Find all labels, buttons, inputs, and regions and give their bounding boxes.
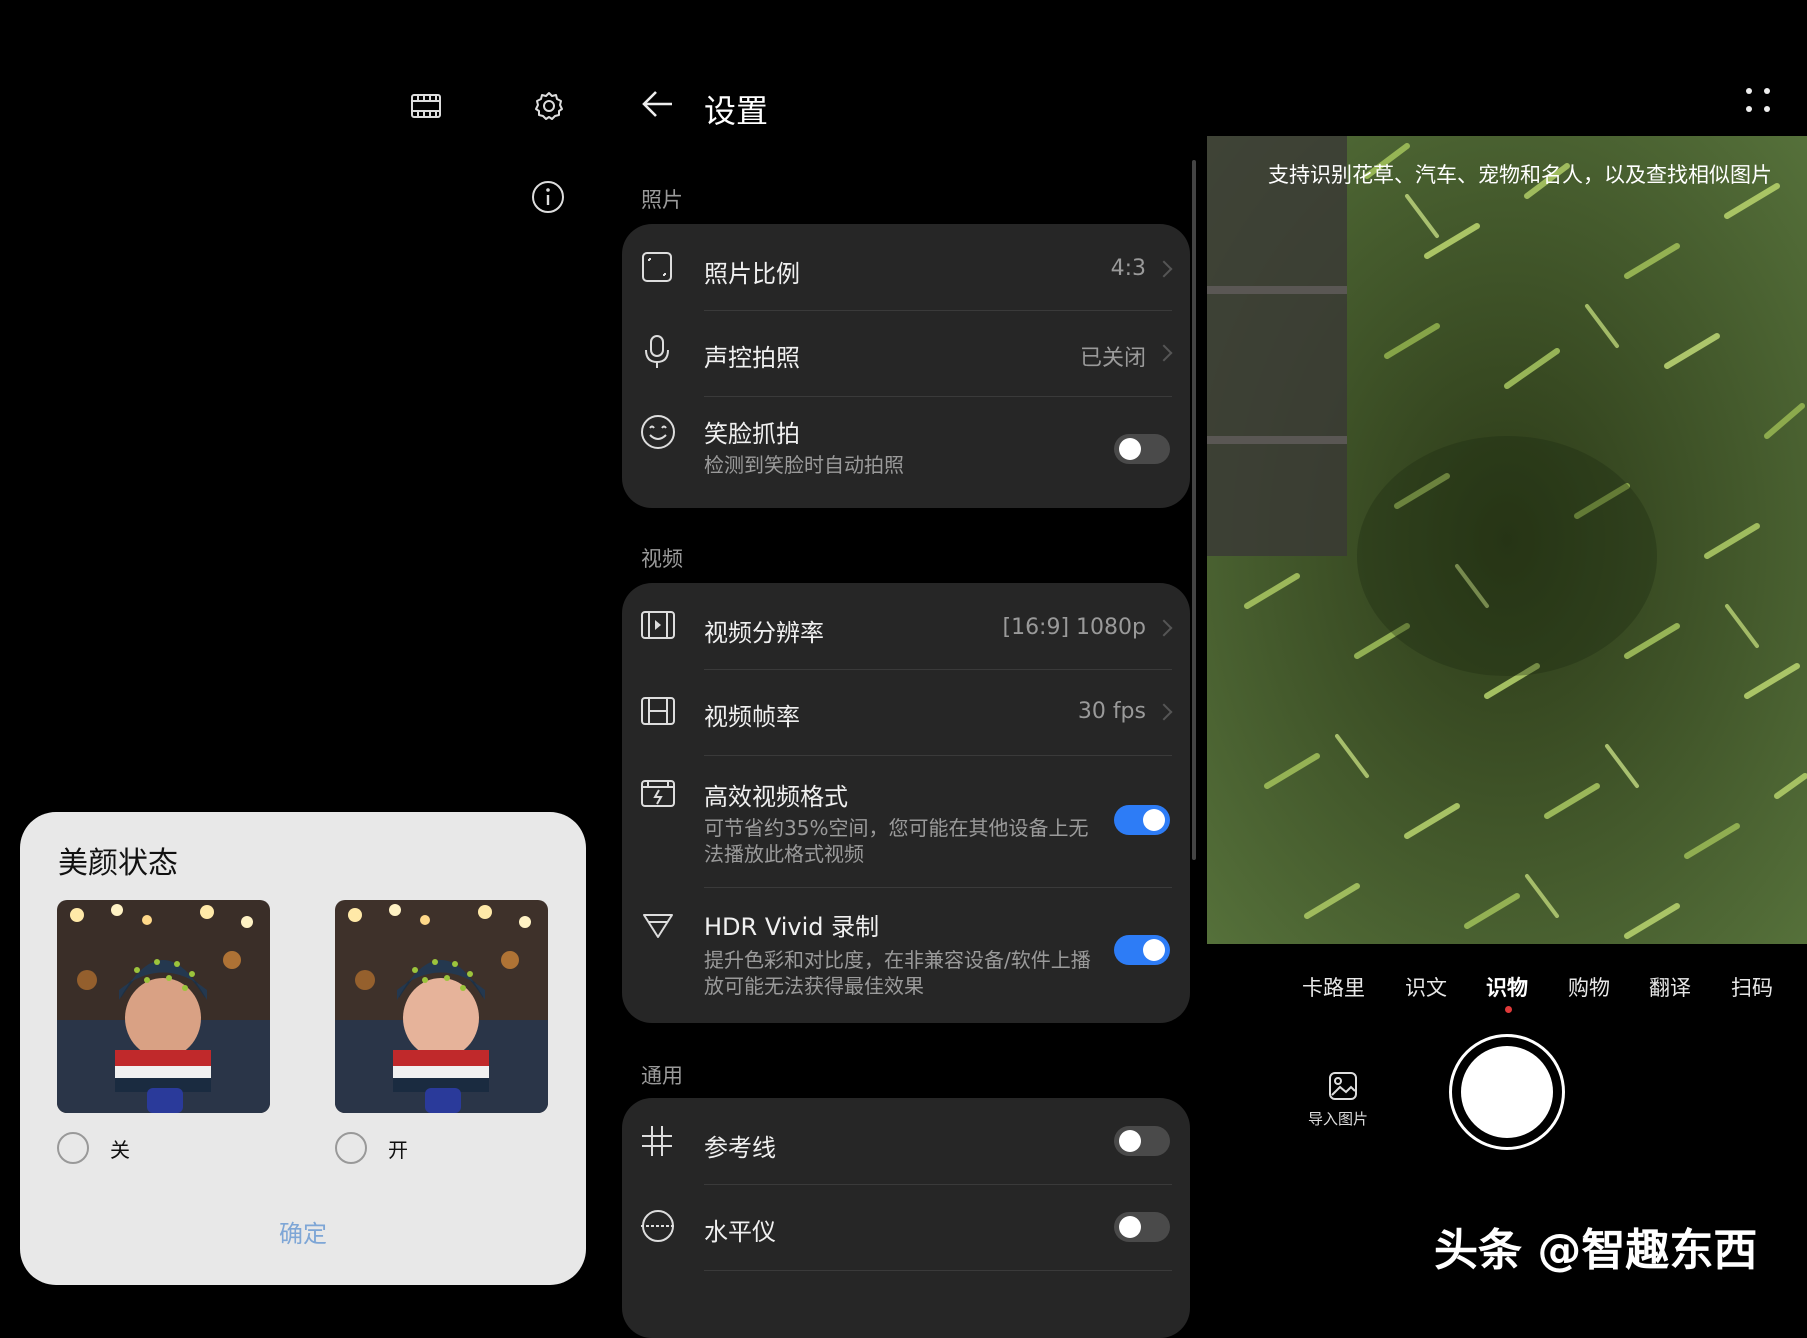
setting-hdr-vivid[interactable]: HDR Vivid 录制 提升色彩和对比度，在非兼容设备/软件上播放可能无法获得… [622,887,1190,1023]
microphone-icon [640,334,674,370]
mode-text-recognition[interactable]: 识文 [1405,972,1447,1002]
info-icon[interactable] [531,180,565,214]
import-image-label[interactable]: 导入图片 [1308,1108,1368,1129]
radio-on[interactable] [335,1132,367,1164]
radio-off-label: 关 [110,1138,130,1162]
setting-label: 笑脸抓拍 [704,420,800,448]
setting-label: HDR Vivid 录制 [704,913,880,941]
shutter-button[interactable] [1461,1046,1553,1138]
setting-value: 4:3 [1110,256,1146,281]
film-icon[interactable] [410,92,442,120]
radio-on-label: 开 [388,1138,408,1162]
mode-shopping[interactable]: 购物 [1568,972,1610,1002]
more-options-icon[interactable] [1744,86,1772,114]
chevron-right-icon [1155,619,1173,637]
chevron-right-icon [1155,344,1173,362]
section-title-video: 视频 [641,547,683,571]
setting-label: 声控拍照 [704,344,800,372]
setting-level[interactable]: 水平仪 [622,1184,1190,1270]
efficient-video-format-toggle[interactable] [1114,805,1170,835]
camera-viewfinder[interactable] [1207,136,1807,944]
import-image-icon[interactable] [1327,1070,1359,1102]
general-settings-card: 参考线 水平仪 [622,1098,1190,1338]
settings-scrollbar[interactable] [1192,160,1196,860]
setting-smile-capture[interactable]: 笑脸抓拍 检测到笑脸时自动拍照 [622,396,1190,508]
hdr-icon [640,909,676,941]
radio-off[interactable] [57,1132,89,1164]
setting-value: [16:9] 1080p [1002,615,1146,640]
mode-translate[interactable]: 翻译 [1649,972,1691,1002]
video-resolution-icon [640,609,676,641]
aspect-ratio-icon [640,250,674,284]
section-title-photo: 照片 [641,188,683,212]
setting-voice-capture[interactable]: 声控拍照 已关闭 [622,310,1190,396]
preview-off-image[interactable] [57,900,270,1113]
preview-on-image[interactable] [335,900,548,1113]
beauty-status-dialog: 美颜状态 关 开 确定 [20,812,586,1285]
setting-value: 30 fps [1077,699,1146,724]
level-icon [640,1208,676,1244]
dialog-title: 美颜状态 [58,846,178,881]
smile-icon [640,414,676,450]
section-title-general: 通用 [641,1064,683,1088]
gridlines-toggle[interactable] [1114,1126,1170,1156]
settings-title: 设置 [704,92,769,130]
hdr-vivid-toggle[interactable] [1114,935,1170,965]
setting-label: 高效视频格式 [704,783,848,811]
chevron-right-icon [1155,260,1173,278]
smile-capture-toggle[interactable] [1114,434,1170,464]
video-format-icon [640,777,676,809]
watermark: 头条 @智趣东西 [1434,1225,1758,1276]
setting-video-framerate[interactable]: 视频帧率 30 fps [622,669,1190,755]
recognition-hint: 支持识别花草、汽车、宠物和名人，以及查找相似图片 [1268,163,1772,187]
setting-description: 提升色彩和对比度，在非兼容设备/软件上播放可能无法获得最佳效果 [704,948,1091,998]
mode-calorie[interactable]: 卡路里 [1302,972,1365,1002]
grid-icon [640,1124,674,1158]
gear-icon[interactable] [533,90,565,122]
mode-object-recognition[interactable]: 识物 [1486,972,1528,1002]
setting-label: 视频帧率 [704,703,800,731]
setting-description: 可节省约35%空间，您可能在其他设备上无法播放此格式视频 [704,816,1089,866]
mode-scan[interactable]: 扫码 [1731,972,1773,1002]
setting-label: 参考线 [704,1134,776,1162]
back-arrow-icon[interactable] [640,88,676,120]
confirm-button[interactable]: 确定 [20,1214,586,1249]
active-mode-indicator [1505,1006,1512,1013]
chevron-right-icon [1155,703,1173,721]
setting-value: 已关闭 [1079,346,1146,371]
setting-description: 检测到笑脸时自动拍照 [704,453,904,477]
setting-video-resolution[interactable]: 视频分辨率 [16:9] 1080p [622,583,1190,669]
setting-label: 水平仪 [704,1218,776,1246]
setting-photo-ratio[interactable]: 照片比例 4:3 [622,224,1190,310]
divider [704,1270,1172,1271]
video-settings-card: 视频分辨率 [16:9] 1080p 视频帧率 30 fps 高效视频格式 可节… [622,583,1190,1023]
photo-settings-card: 照片比例 4:3 声控拍照 已关闭 笑脸抓拍 检测到笑脸时自动拍照 [622,224,1190,508]
setting-gridlines[interactable]: 参考线 [622,1098,1190,1184]
setting-label: 视频分辨率 [704,619,824,647]
setting-label: 照片比例 [704,260,800,288]
level-toggle[interactable] [1114,1212,1170,1242]
setting-efficient-video-format[interactable]: 高效视频格式 可节省约35%空间，您可能在其他设备上无法播放此格式视频 [622,755,1190,887]
video-framerate-icon [640,695,676,727]
